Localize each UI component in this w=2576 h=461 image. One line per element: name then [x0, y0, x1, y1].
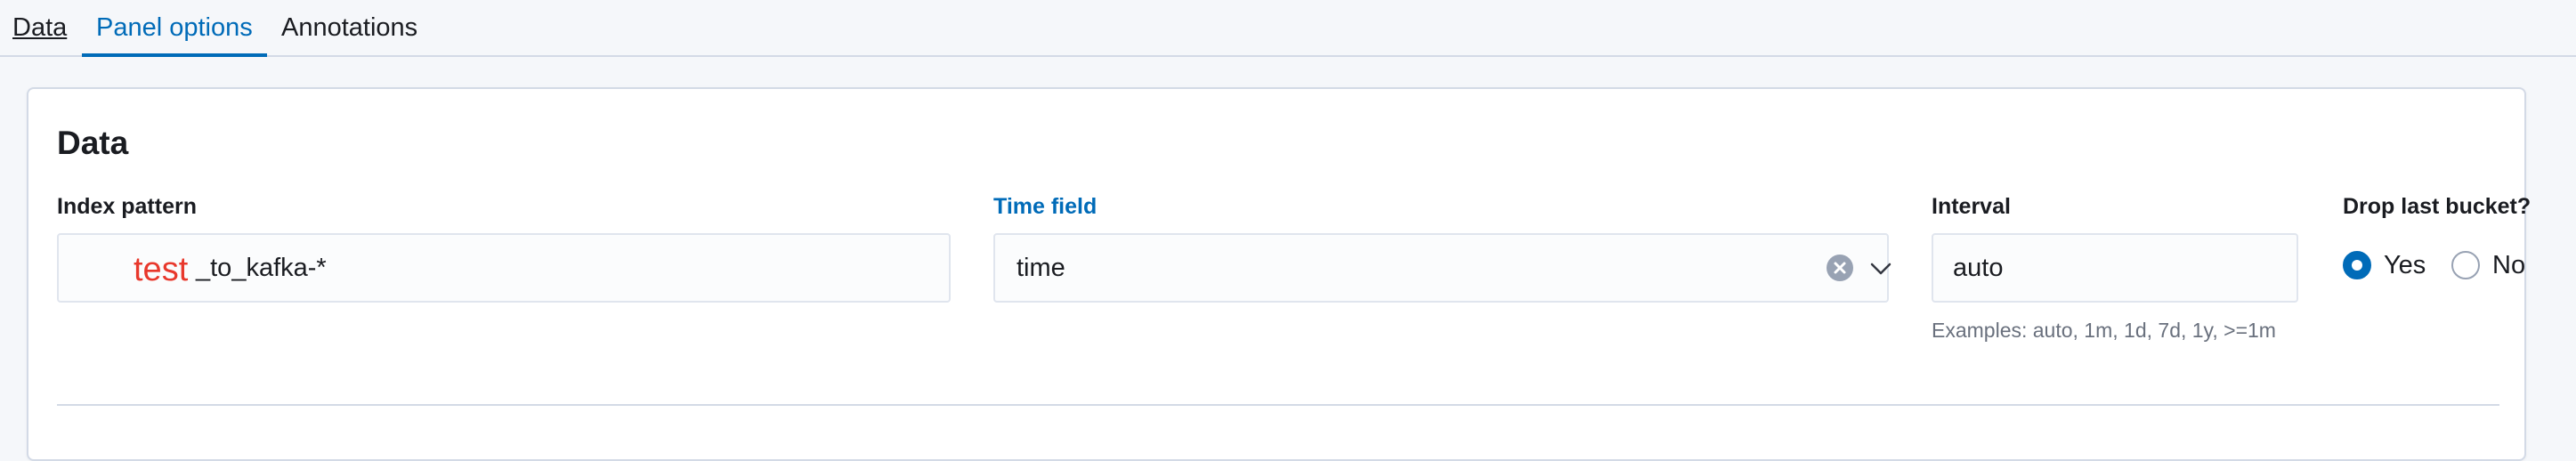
clear-icon[interactable]	[1827, 255, 1853, 281]
index-pattern-label: Index pattern	[57, 194, 197, 219]
index-pattern-value: _to_kafka-*	[196, 254, 327, 282]
interval-input[interactable]: auto	[1932, 233, 2298, 303]
index-pattern-redacted-text: test	[134, 251, 189, 288]
drop-last-bucket-yes-radio[interactable]	[2343, 251, 2371, 279]
time-field-label: Time field	[993, 194, 1098, 219]
index-pattern-input[interactable]: test _to_kafka-*	[57, 233, 951, 303]
chevron-down-icon[interactable]	[1867, 256, 1894, 281]
section-divider	[57, 404, 2499, 406]
tab-annotations[interactable]: Annotations	[281, 0, 417, 57]
interval-value: auto	[1953, 254, 2004, 282]
drop-last-bucket-yes-label[interactable]: Yes	[2384, 247, 2426, 283]
time-field-select[interactable]: time	[993, 233, 1891, 303]
data-options-panel: Data Index pattern test _to_kafka-* Time…	[27, 87, 2531, 461]
drop-last-bucket-no-radio[interactable]	[2451, 251, 2480, 279]
tab-data[interactable]: Data	[12, 0, 67, 57]
interval-label: Interval	[1932, 194, 2011, 219]
drop-last-bucket-label: Drop last bucket?	[2343, 194, 2531, 219]
tab-panel-options-label: Panel options	[96, 13, 253, 42]
time-field-value: time	[1017, 254, 1065, 282]
tab-bar: Data Panel options Annotations	[0, 0, 2576, 57]
tab-annotations-label: Annotations	[281, 13, 418, 42]
tab-data-label: Data	[12, 13, 68, 42]
drop-last-bucket-no-label[interactable]: No	[2492, 247, 2525, 283]
tab-panel-options[interactable]: Panel options	[82, 0, 267, 57]
interval-help-text: Examples: auto, 1m, 1d, 7d, 1y, >=1m	[1932, 319, 2276, 342]
section-title: Data	[57, 125, 129, 161]
